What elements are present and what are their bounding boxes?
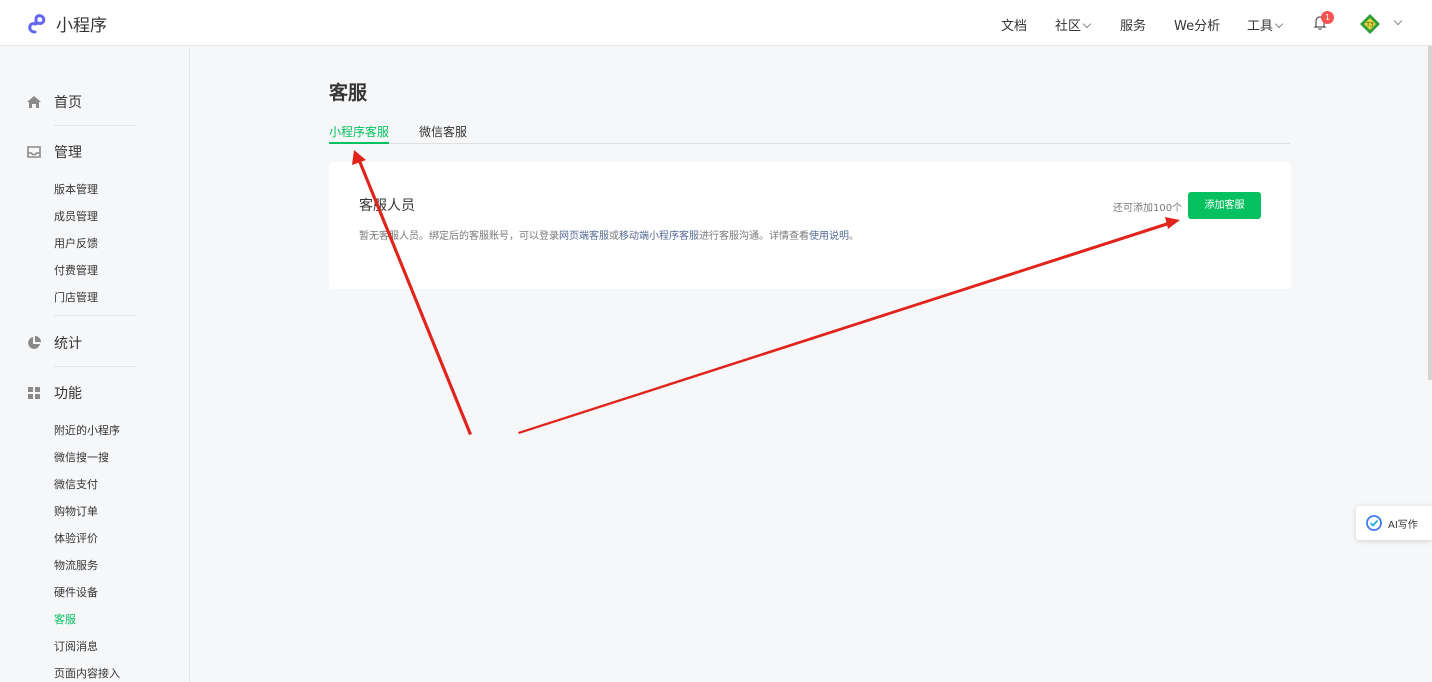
home-icon	[27, 96, 41, 108]
avatar-text: T3	[1365, 22, 1374, 29]
remaining-count: 还可添加100个	[1113, 203, 1183, 214]
sidebar-item-nearby[interactable]: 附近的小程序	[54, 422, 120, 438]
card-description: 暂无客服人员。绑定后的客服账号，可以登录网页端客服或移动端小程序客服进行客服沟通…	[359, 227, 859, 242]
desc-end: 。	[849, 231, 859, 242]
sidebar-item-subscribe[interactable]: 订阅消息	[54, 638, 98, 654]
card-title: 客服人员	[359, 198, 415, 214]
tab-mini-program-service[interactable]: 小程序客服	[329, 123, 389, 140]
sidebar-item-hardware[interactable]: 硬件设备	[54, 584, 98, 600]
divider	[54, 125, 136, 126]
pie-chart-icon	[28, 336, 41, 349]
logo-text: 小程序	[56, 16, 107, 36]
sidebar-item-stores[interactable]: 门店管理	[54, 289, 98, 305]
logo[interactable]: 小程序	[26, 11, 107, 36]
nav-community[interactable]: 社区	[1055, 15, 1092, 34]
sidebar-section-label: 管理	[54, 145, 82, 161]
sidebar: 首页 管理 版本管理 成员管理 用户反馈 付费管理 门店管理 统计 功能 附近的…	[0, 47, 190, 682]
desc-mid: 进行客服沟通。详情查看	[699, 231, 809, 242]
mini-program-logo-icon	[28, 13, 46, 33]
page-title: 客服	[329, 82, 368, 104]
nav-tools[interactable]: 工具	[1247, 15, 1284, 34]
sidebar-section-features[interactable]: 功能	[26, 383, 82, 403]
sidebar-section-manage[interactable]: 管理	[26, 142, 82, 162]
nav-docs[interactable]: 文档	[1001, 15, 1027, 34]
sidebar-section-stats[interactable]: 统计	[26, 333, 82, 353]
desc-prefix: 暂无客服人员。绑定后的客服账号，可以登录	[359, 231, 559, 242]
nav-tools-label: 工具	[1247, 19, 1274, 34]
inbox-icon	[27, 146, 41, 158]
chevron-down-icon	[1082, 19, 1092, 29]
chevron-down-icon	[1274, 19, 1284, 29]
help-link[interactable]: 使用说明	[809, 231, 849, 242]
nav-community-label: 社区	[1055, 19, 1082, 34]
annotation-arrows	[352, 150, 1180, 435]
sidebar-section-label: 统计	[54, 336, 82, 352]
ai-writing-label: AI写作	[1388, 519, 1418, 531]
sidebar-item-reviews[interactable]: 体验评价	[54, 530, 98, 546]
sidebar-item-payment[interactable]: 付费管理	[54, 262, 98, 278]
sidebar-item-feedback[interactable]: 用户反馈	[54, 235, 98, 251]
active-tab-indicator	[329, 142, 389, 144]
mobile-service-link[interactable]: 移动端小程序客服	[619, 231, 699, 242]
service-staff-card: 客服人员 暂无客服人员。绑定后的客服账号，可以登录网页端客服或移动端小程序客服进…	[329, 162, 1291, 289]
notification-badge: 1	[1321, 11, 1334, 24]
sidebar-section-label: 首页	[54, 95, 82, 111]
sidebar-item-orders[interactable]: 购物订单	[54, 503, 98, 519]
sidebar-item-wechat-search[interactable]: 微信搜一搜	[54, 449, 109, 465]
avatar[interactable]: T3	[1360, 14, 1380, 34]
scrollbar[interactable]	[1428, 46, 1432, 380]
nav-we-analysis[interactable]: We分析	[1174, 15, 1220, 34]
sidebar-item-customer-service[interactable]: 客服	[54, 611, 76, 627]
sidebar-section-label: 功能	[54, 386, 82, 402]
web-service-link[interactable]: 网页端客服	[559, 231, 609, 242]
top-bar: 小程序 文档 社区 服务 We分析 工具 1 T3	[0, 0, 1432, 46]
grid-icon	[28, 387, 40, 399]
sidebar-item-logistics[interactable]: 物流服务	[54, 557, 98, 573]
ai-writing-icon	[1366, 515, 1382, 531]
sidebar-section-home[interactable]: 首页	[26, 92, 82, 112]
sidebar-item-version[interactable]: 版本管理	[54, 181, 98, 197]
divider	[54, 315, 136, 316]
sidebar-item-page-content[interactable]: 页面内容接入	[54, 665, 120, 681]
tab-wechat-service[interactable]: 微信客服	[419, 123, 467, 140]
avatar-chevron-down-icon[interactable]	[1393, 16, 1403, 26]
tab-bar: 小程序客服 微信客服	[329, 116, 1290, 144]
nav-services[interactable]: 服务	[1120, 15, 1146, 34]
sidebar-item-wechat-pay[interactable]: 微信支付	[54, 476, 98, 492]
ai-writing-button[interactable]: AI写作	[1356, 506, 1432, 540]
sidebar-item-members[interactable]: 成员管理	[54, 208, 98, 224]
add-service-button[interactable]: 添加客服	[1188, 192, 1261, 219]
divider	[54, 366, 136, 367]
desc-or: 或	[609, 231, 619, 242]
